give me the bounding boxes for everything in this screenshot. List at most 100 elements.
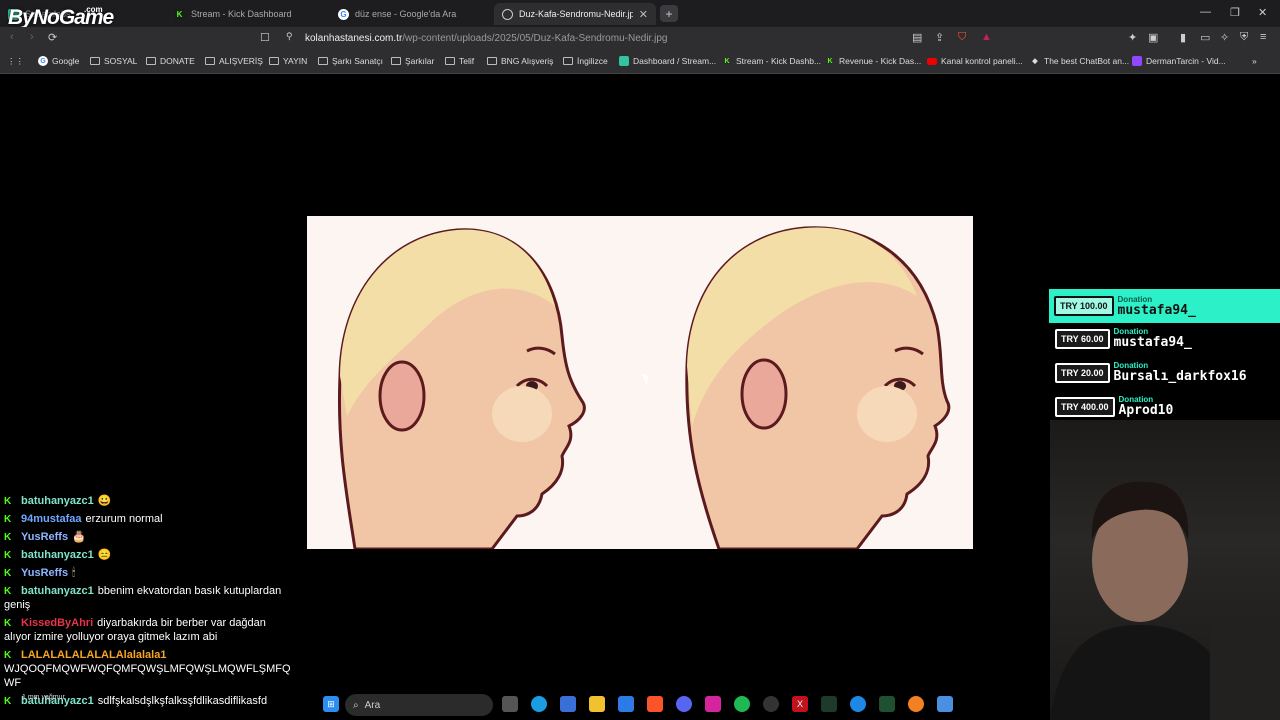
weather-widget[interactable]: 1 mm yağmur (22, 694, 65, 701)
x-app-icon[interactable]: X (792, 696, 808, 712)
bookmark-folder-ingilizce[interactable]: İngilizce (563, 56, 608, 66)
start-icon[interactable]: ⊞ (323, 696, 339, 712)
logo-suffix: .com (84, 5, 103, 14)
bookmark-icon[interactable]: ☐ (260, 31, 270, 44)
chat-text: bbenim ekvatordan basık kutuplardan (97, 585, 282, 597)
minimize-icon[interactable]: — (1200, 6, 1211, 18)
tab-search-icon[interactable]: ▣ (1148, 31, 1158, 44)
bookmark-kick-revenue[interactable]: K Revenue - Kick Das... (825, 56, 921, 66)
globe-icon (502, 8, 513, 20)
search-placeholder: Ara (364, 699, 381, 711)
tab-kick-dashboard[interactable]: K Stream - Kick Dashboard (166, 3, 328, 25)
bookmark-label: Telif (459, 56, 475, 66)
task-view-icon[interactable] (502, 696, 518, 712)
wallet-icon[interactable]: ▭ (1200, 31, 1210, 44)
bookmark-streamlabs-dashboard[interactable]: Dashboard / Stream... (619, 56, 716, 66)
kick-badge-icon: K (4, 650, 12, 661)
donation-info: Donation mustafa94_ (1114, 327, 1192, 350)
reload-icon[interactable]: ⟳ (48, 31, 57, 44)
bookmark-twitch[interactable]: DermanTarcin - Vid... (1132, 56, 1226, 66)
bookmark-label: The best ChatBot an... (1044, 56, 1130, 66)
menu-icon[interactable]: ≡ (1260, 31, 1266, 43)
store-icon[interactable] (560, 696, 576, 712)
bookmark-folder-bng[interactable]: BNG Alışveriş (487, 56, 553, 66)
app-icon[interactable] (879, 696, 895, 712)
extensions-icon[interactable]: ✦ (1128, 31, 1137, 44)
chat-message: K batuhanyazc1 bbenim ekvatordan basık ku… (4, 584, 304, 612)
bookmark-folder-sarki-sanatci[interactable]: Şarkı Sanatçı (318, 56, 383, 66)
close-window-icon[interactable]: ✕ (1258, 6, 1267, 19)
new-tab-button[interactable]: + (660, 5, 678, 22)
back-icon[interactable]: ‹ (10, 31, 14, 43)
bookmark-folder-sarkilar[interactable]: Şarkılar (391, 56, 434, 66)
tab-image-active[interactable]: Duz-Kafa-Sendromu-Nedir.jpg (… ✕ (494, 3, 656, 25)
webcam-feed (1050, 420, 1280, 720)
terminal-icon[interactable] (821, 696, 837, 712)
donation-amount: TRY 60.00 (1055, 328, 1110, 349)
bookmark-google[interactable]: G Google (38, 56, 79, 66)
chat-text-wrap: geniş (4, 599, 31, 611)
instagram-icon[interactable] (705, 696, 721, 712)
sidebar-icon[interactable]: ▮ (1180, 31, 1186, 44)
bookmark-label: Şarkı Sanatçı (332, 56, 384, 66)
brave-icon[interactable] (647, 696, 663, 712)
weather-text: 1 mm yağmur (22, 694, 65, 701)
address-bar[interactable]: kolanhastanesi.com.tr/wp-content/uploads… (305, 33, 667, 44)
folder-icon (318, 57, 328, 65)
bookmark-label: YAYIN (283, 56, 308, 66)
obs-icon[interactable] (763, 696, 779, 712)
spotify-icon[interactable] (734, 696, 750, 712)
bookmark-folder-telif[interactable]: Telif (445, 56, 474, 66)
donation-alert: TRY 60.00 Donation mustafa94_ (1055, 327, 1192, 350)
donor-name: mustafa94_ (1117, 302, 1196, 318)
mail-icon[interactable] (618, 696, 634, 712)
chat-message: K batuhanyazc1 😑 (4, 548, 304, 562)
bookmark-label: Dashboard / Stream... (633, 56, 717, 66)
browser-icon[interactable] (850, 696, 866, 712)
bookmark-folder-sosyal[interactable]: SOSYAL (90, 56, 137, 66)
brave-rewards-icon[interactable]: ▲ (981, 31, 992, 43)
bookmark-youtube-studio[interactable]: Kanal kontrol paneli... (927, 56, 1023, 66)
tab-google-search[interactable]: G düz ense - Google'da Ara (330, 3, 492, 25)
site-info-icon[interactable]: ⚲ (286, 31, 293, 42)
bookmark-folder-alisveris[interactable]: ALIŞVERİŞ (205, 56, 263, 66)
bookmarks-bar: ⋮⋮ G Google SOSYAL DONATE ALIŞVERİŞ YAYIN… (0, 52, 1280, 74)
kick-badge-icon: K (4, 514, 12, 525)
chat-username: batuhanyazc1 (21, 549, 94, 561)
bookmark-label: DONATE (160, 56, 195, 66)
share-icon[interactable]: ⇪ (935, 31, 944, 44)
apps-icon[interactable]: ⋮⋮ (7, 56, 24, 67)
url-domain: kolanhastanesi.com.tr (305, 33, 403, 44)
donor-name: Bursalı_darkfox16 (1113, 369, 1247, 384)
leo-ai-icon[interactable]: ✧ (1220, 31, 1229, 44)
forward-icon[interactable]: › (30, 31, 34, 43)
more-bookmarks-icon[interactable]: » (1252, 56, 1257, 66)
kick-badge-icon: K (4, 618, 12, 629)
donation-alert: TRY 20.00 Donation Bursalı_darkfox16 (1055, 361, 1247, 384)
close-tab-icon[interactable]: ✕ (639, 8, 648, 21)
vpn-icon[interactable]: ⛨ (1240, 31, 1248, 44)
bookmark-chatbot[interactable]: ◆ The best ChatBot an... (1030, 56, 1129, 66)
donation-alert: TRY 100.00 Donation mustafa94_ (1049, 289, 1280, 323)
bookmark-folder-yayin[interactable]: YAYIN (269, 56, 307, 66)
folder-icon (269, 57, 279, 65)
brave-shield-icon[interactable]: ⛉ (958, 31, 966, 44)
donor-name: Aprod10 (1118, 403, 1174, 418)
url-path: /wp-content/uploads/2025/05/Duz-Kafa-Sen… (402, 33, 668, 44)
edge-icon[interactable] (531, 696, 547, 712)
donation-info: Donation Bursalı_darkfox16 (1114, 361, 1247, 384)
right-baby-head (685, 226, 951, 549)
cloud-icon[interactable] (908, 696, 924, 712)
restore-icon[interactable]: ❐ (1230, 6, 1240, 19)
discord-icon[interactable] (676, 696, 692, 712)
file-explorer-icon[interactable] (589, 696, 605, 712)
chat-text: sdlfşkalsdşlkşfalksşfdlikasdiflikasfd (97, 695, 268, 707)
bookmark-folder-donate[interactable]: DONATE (146, 56, 195, 66)
donation-amount: TRY 100.00 (1054, 296, 1114, 316)
reader-icon[interactable]: ▤ (912, 31, 922, 44)
folder-icon (146, 57, 156, 65)
bookmark-kick-stream[interactable]: K Stream - Kick Dashb... (722, 56, 821, 66)
taskbar-search[interactable]: ⌕ Ara (345, 694, 493, 716)
notepad-icon[interactable] (937, 696, 953, 712)
donation-amount: TRY 400.00 (1055, 396, 1115, 417)
